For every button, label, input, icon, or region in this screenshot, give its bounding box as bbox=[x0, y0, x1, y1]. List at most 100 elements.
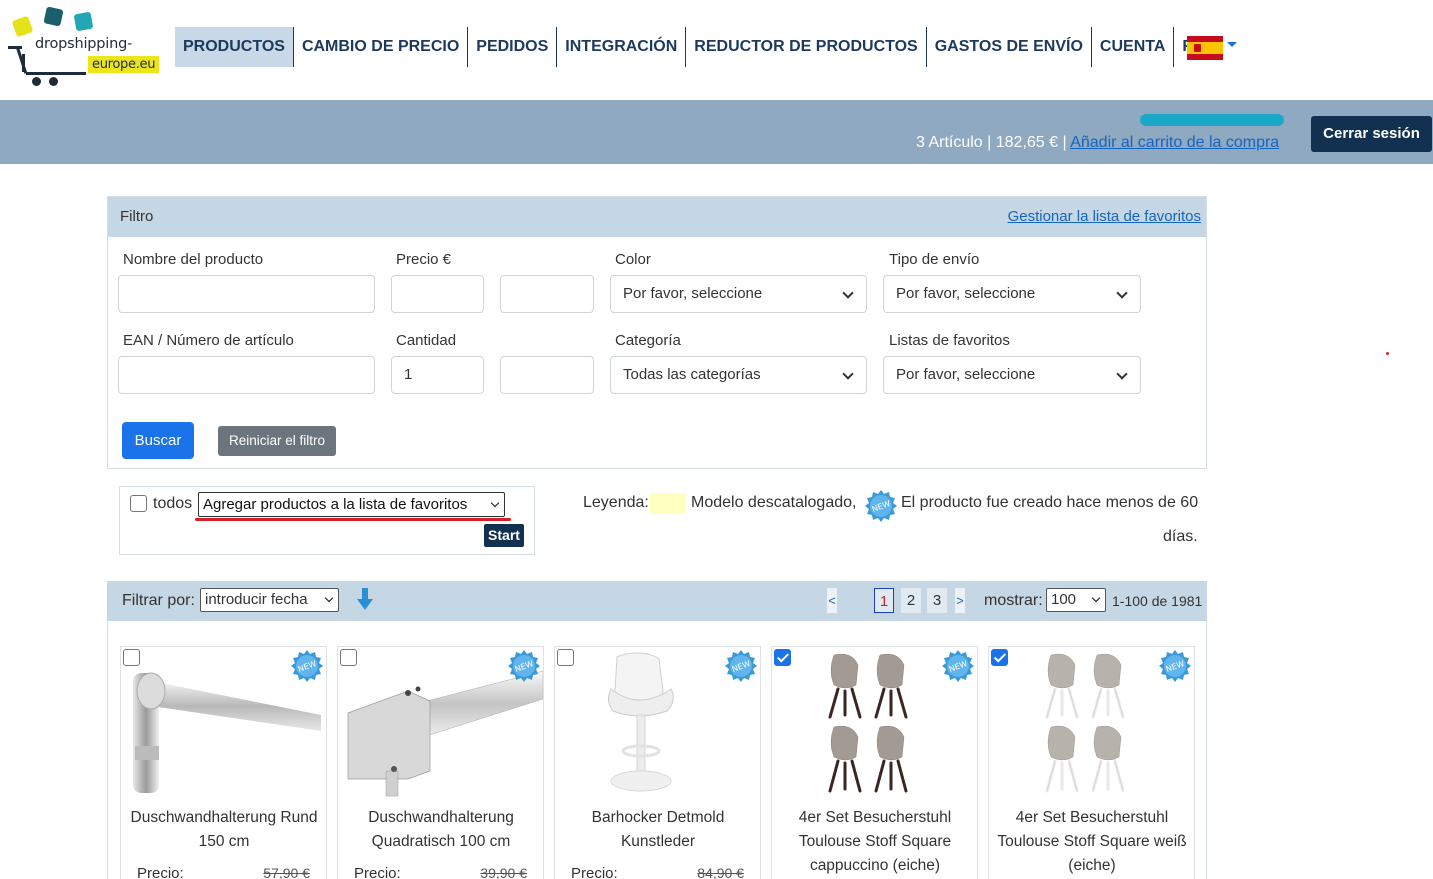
start-button[interactable]: Start bbox=[484, 524, 524, 547]
old-price: 39,90 € bbox=[480, 865, 527, 879]
product-select-checkbox[interactable] bbox=[123, 649, 140, 666]
chevron-down-icon bbox=[1091, 593, 1101, 603]
shipping-type-label: Tipo de envío bbox=[889, 251, 980, 268]
product-select-checkbox[interactable] bbox=[774, 649, 791, 666]
product-name-label: Nombre del producto bbox=[123, 251, 264, 268]
language-dropdown-caret-icon[interactable] bbox=[1227, 42, 1237, 47]
account-bar bbox=[0, 100, 1433, 164]
price-min-input[interactable] bbox=[391, 275, 484, 313]
product-select-checkbox[interactable] bbox=[991, 649, 1008, 666]
product-name[interactable]: 4er Set Besucherstuhl Toulouse Stoff Squ… bbox=[993, 806, 1191, 878]
add-to-cart-link[interactable]: Añadir al carrito de la compra bbox=[1070, 134, 1279, 151]
show-label: mostrar: bbox=[984, 592, 1043, 609]
new-badge-icon: NEW bbox=[508, 650, 540, 682]
price-label: Precio: bbox=[571, 865, 618, 879]
quantity-min-input[interactable]: 1 bbox=[391, 356, 484, 394]
nav-gastos-de-envio[interactable]: GASTOS DE ENVÍO bbox=[927, 27, 1092, 67]
nav-pedidos[interactable]: PEDIDOS bbox=[468, 27, 558, 67]
nav-cambio-de-precio[interactable]: CAMBIO DE PRECIO bbox=[294, 27, 469, 67]
new-badge-icon: NEW bbox=[1159, 650, 1191, 682]
chevron-down-icon bbox=[842, 287, 854, 299]
chevron-down-icon bbox=[1116, 368, 1128, 380]
product-name[interactable]: Duschwandhalterung Rund 150 cm bbox=[125, 806, 323, 854]
nav-cuenta[interactable]: CUENTA bbox=[1092, 27, 1175, 67]
logo-text-domain: europe.eu bbox=[88, 56, 160, 73]
result-count: 1-100 de 1981 bbox=[1112, 593, 1203, 609]
page-2-button[interactable]: 2 bbox=[901, 588, 921, 613]
shipping-type-select[interactable]: Por favor, seleccione bbox=[883, 275, 1141, 313]
filter-by-value: introducir fecha bbox=[205, 591, 308, 608]
chevron-down-icon bbox=[490, 498, 500, 508]
product-select-checkbox[interactable] bbox=[340, 649, 357, 666]
product-card[interactable]: NEW Duschwandhalterung Quadratisch 100 c… bbox=[337, 646, 544, 879]
select-all-label: todos bbox=[153, 495, 193, 512]
product-name[interactable]: Duschwandhalterung Quadratisch 100 cm bbox=[342, 806, 540, 854]
site-logo[interactable]: dropshipping- europe.eu bbox=[8, 6, 160, 90]
prev-page-button[interactable]: < bbox=[827, 588, 837, 613]
new-badge-icon: NEW bbox=[725, 650, 757, 682]
manage-favorites-link[interactable]: Gestionar la lista de favoritos bbox=[1008, 208, 1201, 225]
favorite-lists-select[interactable]: Por favor, seleccione bbox=[883, 356, 1141, 394]
quantity-max-input[interactable] bbox=[500, 356, 594, 394]
page-size-value: 100 bbox=[1051, 591, 1077, 608]
reset-filter-button[interactable]: Reiniciar el filtro bbox=[218, 426, 336, 456]
product-card[interactable]: NEW Duschwandhalterung Rund 150 cm Preci… bbox=[120, 646, 327, 879]
legend-label: Leyenda: bbox=[583, 494, 649, 511]
price-label: Precio: bbox=[137, 865, 184, 879]
product-name[interactable]: 4er Set Besucherstuhl Toulouse Stoff Squ… bbox=[776, 806, 974, 878]
stray-dot bbox=[1386, 352, 1389, 355]
new-badge-icon: NEW bbox=[942, 650, 974, 682]
spain-flag-icon[interactable] bbox=[1187, 36, 1223, 60]
nav-reductor-de-productos[interactable]: REDUCTOR DE PRODUCTOS bbox=[686, 27, 927, 67]
search-button[interactable]: Buscar bbox=[122, 422, 194, 459]
chevron-down-icon bbox=[842, 368, 854, 380]
nav-integracion[interactable]: INTEGRACIÓN bbox=[557, 27, 687, 67]
filter-title: Filtro bbox=[120, 208, 154, 225]
next-page-button[interactable]: > bbox=[955, 588, 965, 613]
bulk-action-box: todos Agregar productos a la lista de fa… bbox=[119, 486, 535, 555]
old-price: 57,90 € bbox=[263, 865, 310, 879]
discontinued-color-swatch bbox=[650, 493, 686, 514]
product-card[interactable]: NEW 4er Set Besucherstuhl Toulouse Stoff… bbox=[988, 646, 1195, 879]
shipping-type-value: Por favor, seleccione bbox=[896, 285, 1036, 302]
product-name-input[interactable] bbox=[118, 275, 375, 313]
price-label: Precio € bbox=[396, 251, 452, 268]
cart-summary-text: 3 Artículo | 182,65 € | bbox=[916, 134, 1071, 151]
sort-down-arrow-icon[interactable] bbox=[356, 587, 374, 611]
new-badge-icon: NEW bbox=[291, 650, 323, 682]
redacted-username bbox=[1140, 114, 1284, 126]
legend-new-text-cont: días. bbox=[1163, 528, 1198, 545]
price-max-input[interactable] bbox=[500, 275, 594, 313]
color-select[interactable]: Por favor, seleccione bbox=[610, 275, 867, 313]
page-3-button[interactable]: 3 bbox=[927, 588, 947, 613]
product-select-checkbox[interactable] bbox=[557, 649, 574, 666]
quantity-label: Cantidad bbox=[396, 332, 457, 349]
category-select[interactable]: Todas las categorías bbox=[610, 356, 867, 394]
highlight-underline bbox=[195, 518, 511, 521]
nav-productos[interactable]: PRODUCTOS bbox=[175, 27, 294, 67]
product-card[interactable]: NEW 4er Set Besucherstuhl Toulouse Stoff… bbox=[771, 646, 978, 879]
filter-panel: Filtro Gestionar la lista de favoritos N… bbox=[107, 196, 1207, 469]
product-card[interactable]: NEW Barhocker Detmold Kunstleder Precio:… bbox=[554, 646, 761, 879]
page-size-select[interactable]: 100 bbox=[1046, 588, 1106, 612]
select-all-checkbox[interactable] bbox=[130, 495, 147, 512]
product-name[interactable]: Barhocker Detmold Kunstleder bbox=[559, 806, 757, 854]
results-toolbar: Filtrar por: introducir fecha < 1 2 3 > … bbox=[107, 581, 1207, 621]
main-menu: PRODUCTOS CAMBIO DE PRECIO PEDIDOS INTEG… bbox=[175, 27, 1223, 67]
bulk-action-select[interactable]: Agregar productos a la lista de favorito… bbox=[198, 492, 505, 517]
filter-by-select[interactable]: introducir fecha bbox=[200, 588, 339, 612]
favorite-lists-value: Por favor, seleccione bbox=[896, 366, 1036, 383]
chevron-down-icon bbox=[1116, 287, 1128, 299]
filter-by-label: Filtrar por: bbox=[122, 592, 195, 609]
chevron-down-icon bbox=[324, 593, 334, 603]
logout-button[interactable]: Cerrar sesión bbox=[1311, 116, 1432, 152]
category-label: Categoría bbox=[615, 332, 681, 349]
page-1-button[interactable]: 1 bbox=[874, 588, 894, 613]
color-label: Color bbox=[615, 251, 651, 268]
new-badge-icon: NEW bbox=[865, 490, 897, 522]
old-price: 84,90 € bbox=[697, 865, 744, 879]
ean-input[interactable] bbox=[118, 356, 375, 394]
cart-summary: 3 Artículo | 182,65 € | Añadir al carrit… bbox=[916, 134, 1279, 152]
price-label: Precio: bbox=[354, 865, 401, 879]
ean-label: EAN / Número de artículo bbox=[123, 332, 294, 349]
